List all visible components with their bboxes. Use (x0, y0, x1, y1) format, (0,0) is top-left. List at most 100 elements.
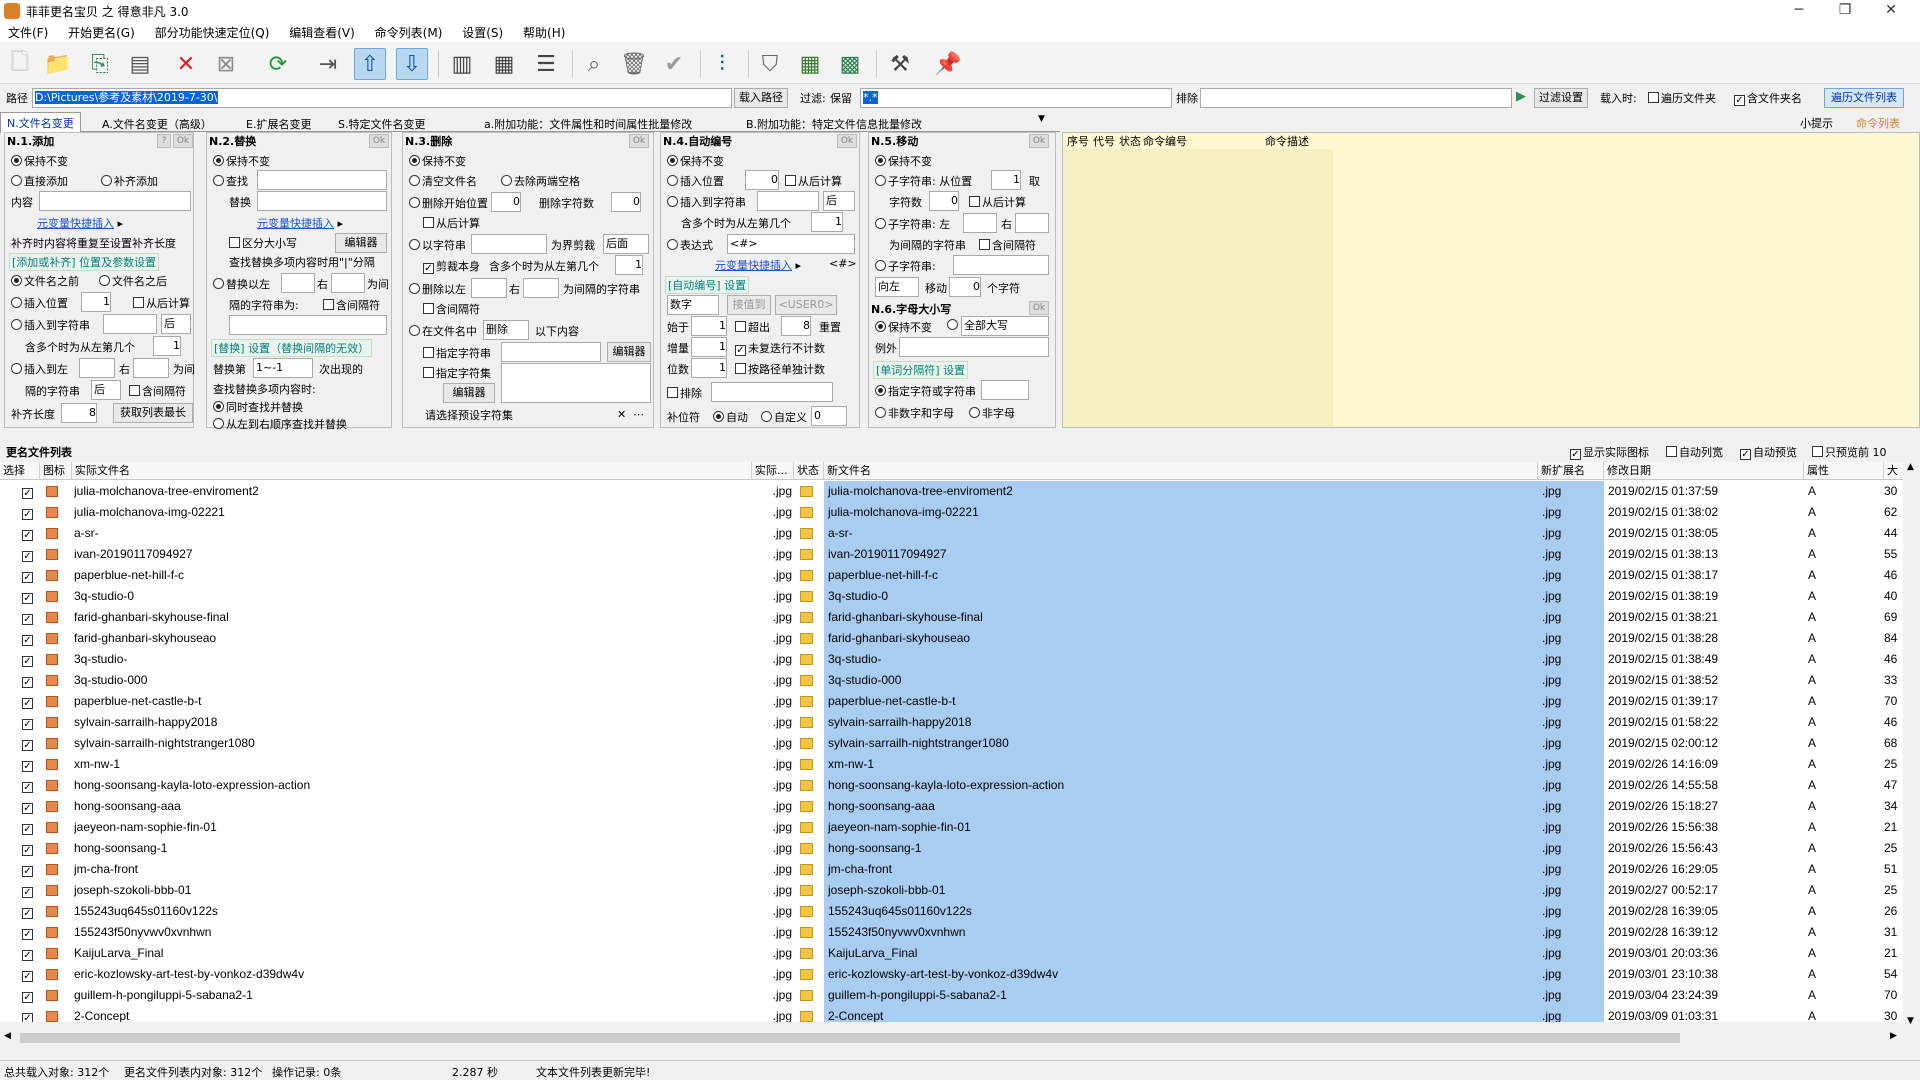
add-left-input[interactable] (79, 358, 115, 378)
num-cont-button[interactable]: 接值到 (727, 295, 771, 315)
num-exclude-input[interactable] (711, 382, 833, 402)
replace-include-sep-checkbox[interactable]: 含间隔符 (323, 297, 380, 313)
row-checkbox[interactable]: ✓ (22, 964, 36, 985)
col-attr[interactable]: 属性 (1804, 462, 1884, 480)
table-row[interactable]: ✓ eric-kozlowsky-art-test-by-vonkoz-d39dw… (0, 964, 1900, 985)
replace-find-input[interactable] (257, 170, 387, 190)
menu-edit-view[interactable]: 编辑查看(V) (281, 22, 363, 43)
table-row[interactable]: ✓ jm-cha-front .jpg jm-cha-front .jpg 2019/02… (0, 859, 1900, 880)
table-row[interactable]: ✓ ivan-20190117094927 .jpg ivan-20190117094… (0, 544, 1900, 565)
export-icon[interactable]: ⇥ (312, 48, 344, 80)
row-checkbox[interactable]: ✓ (22, 775, 36, 796)
row-checkbox[interactable]: ✓ (22, 922, 36, 943)
case-sensitive-checkbox[interactable]: 区分大小写 (229, 235, 297, 251)
move-right-input[interactable] (1015, 213, 1049, 233)
add-multi-input[interactable]: 1 (153, 336, 181, 356)
num-from-end-checkbox[interactable]: 从后计算 (785, 173, 842, 189)
preset-clear-icon[interactable]: ✕ (617, 408, 626, 421)
add-insert-pos-radio[interactable]: 插入位置 (11, 295, 68, 311)
row-checkbox[interactable]: ✓ (22, 985, 36, 1006)
tab-filename-change[interactable]: N.文件名变更 (0, 112, 81, 133)
col-new-name[interactable]: 新文件名 (824, 462, 1538, 480)
del-right-input[interactable] (523, 278, 559, 298)
spec-set-editor-button[interactable]: 编辑器 (443, 383, 495, 403)
del-back-select[interactable]: 后面 (603, 234, 649, 254)
panel-add-ok[interactable]: Ok (173, 134, 193, 148)
row-checkbox[interactable]: ✓ (22, 607, 36, 628)
move-up-icon[interactable]: ⇧ (354, 48, 386, 80)
move-down-icon[interactable]: ⇩ (396, 48, 428, 80)
spreadsheet-icon[interactable]: ▩ (834, 48, 866, 80)
cut-self-checkbox[interactable]: ✓ 剪裁本身 (423, 258, 480, 274)
panel-move-ok[interactable]: Ok (1029, 134, 1049, 148)
tools-icon[interactable]: ⚒ (884, 48, 916, 80)
scroll-left-icon[interactable]: ◀ (4, 1031, 11, 1041)
del-count-input[interactable]: 0 (611, 192, 641, 212)
num-by-path-checkbox[interactable]: 按路径单独计数 (735, 361, 825, 377)
num-back-select[interactable]: 后 (823, 191, 855, 211)
show-icon-checkbox[interactable]: ✓ 显示实际图标 (1570, 444, 1649, 460)
del-from-end-checkbox[interactable]: 从后计算 (423, 215, 480, 231)
num-str-input[interactable] (757, 191, 819, 211)
panel-delete-ok[interactable]: Ok (629, 134, 649, 148)
move-substr2-radio[interactable]: 子字符串: (875, 258, 936, 274)
move-substr-radio[interactable]: 子字符串: 从位置 (875, 173, 972, 189)
checklist-icon[interactable]: ☰ (530, 48, 562, 80)
row-checkbox[interactable]: ✓ (22, 838, 36, 859)
auto-preview-checkbox[interactable]: ✓ 自动预览 (1740, 444, 1797, 460)
path-input[interactable]: D:\Pictures\参考及素材\2019-7-30\ (32, 88, 732, 108)
add-pad-radio[interactable]: 补齐添加 (101, 173, 158, 189)
row-checkbox[interactable]: ✓ (22, 649, 36, 670)
move-substr2-input[interactable] (953, 255, 1049, 275)
horizontal-scrollbar[interactable]: ◀ ▶ (0, 1030, 1920, 1046)
add-back2-select[interactable]: 后 (91, 380, 121, 400)
grid-icon[interactable]: ▦ (488, 48, 520, 80)
move-include-sep-checkbox[interactable]: 含间隔符 (979, 237, 1036, 253)
num-start-input[interactable]: 1 (691, 316, 727, 336)
case-example-input[interactable] (899, 337, 1049, 357)
table-row[interactable]: ✓ xm-nw-1 .jpg xm-nw-1 .jpg 2019/02/26 14:16:… (0, 754, 1900, 775)
num-pos-input[interactable]: 0 (745, 170, 779, 190)
command-list[interactable]: 序号 代号 状态 命令编号 命令描述 (1062, 132, 1920, 428)
num-skip-dup-checkbox[interactable]: ✓ 未复迭行不计数 (735, 340, 825, 356)
import-list-icon[interactable]: ⎘ (84, 48, 116, 80)
move-substr-left-radio[interactable]: 子字符串: 左 (875, 216, 950, 232)
del-str-input[interactable] (471, 234, 547, 254)
cmd-col-status[interactable]: 状态 (1119, 133, 1141, 149)
row-checkbox[interactable]: ✓ (22, 754, 36, 775)
spec-str-editor-button[interactable]: 编辑器 (607, 342, 651, 362)
file-table[interactable]: 选择 图标 实际文件名 实际... 状态 新文件名 新扩展名 修改日期 属性 大… (0, 462, 1920, 1022)
case-ok[interactable]: Ok (1029, 301, 1049, 315)
num-hash-token[interactable]: <#> (829, 257, 857, 270)
del-multi-input[interactable]: 1 (615, 255, 643, 275)
pad-len-input[interactable]: 8 (61, 403, 97, 423)
new-file-icon[interactable]: 🗋 (4, 48, 36, 80)
menu-start-rename[interactable]: 开始更名(G) (60, 22, 143, 43)
get-max-button[interactable]: 获取列表最长 (113, 403, 193, 423)
move-from-end-checkbox[interactable]: 从后计算 (969, 194, 1026, 210)
num-user-select[interactable]: <USER0> (775, 295, 837, 315)
apply-check-icon[interactable]: ✔ (658, 48, 690, 80)
row-checkbox[interactable]: ✓ (22, 880, 36, 901)
preview-only-checkbox[interactable]: 只预览前 10 (1812, 444, 1887, 460)
move-from-input[interactable]: 1 (991, 170, 1021, 190)
help-icon[interactable]: ? (157, 134, 171, 148)
row-checkbox[interactable]: ✓ (22, 481, 36, 502)
table-row[interactable]: ✓ joseph-szokoli-bbb-01 .jpg joseph-szokoli… (0, 880, 1900, 901)
spec-str-input[interactable] (501, 342, 601, 362)
menu-quick-locate[interactable]: 部分功能快速定位(Q) (147, 22, 278, 43)
trim-radio[interactable]: 去除两端空格 (501, 173, 580, 189)
add-back-select[interactable]: 后 (161, 314, 191, 334)
tab-specific-filename[interactable]: S.特定文件名变更 (332, 114, 431, 132)
table-row[interactable]: ✓ guillem-h-pongiluppi-5-sabana2-1 .jpg gui… (0, 985, 1900, 1006)
add-direct-radio[interactable]: 直接添加 (11, 173, 68, 189)
replace-keep-radio[interactable]: 保持不变 (213, 153, 270, 169)
del-include-sep-checkbox[interactable]: 含间隔符 (423, 301, 480, 317)
move-dir-select[interactable]: 向左 (875, 277, 919, 297)
col-new-ext[interactable]: 新扩展名 (1538, 462, 1604, 480)
row-checkbox[interactable]: ✓ (22, 796, 36, 817)
row-checkbox[interactable]: ✓ (22, 712, 36, 733)
table-row[interactable]: ✓ paperblue-net-hill-f-c .jpg paperblue-net… (0, 565, 1900, 586)
move-count-input[interactable]: 0 (949, 277, 981, 297)
minimize-button[interactable]: ─ (1776, 0, 1822, 22)
